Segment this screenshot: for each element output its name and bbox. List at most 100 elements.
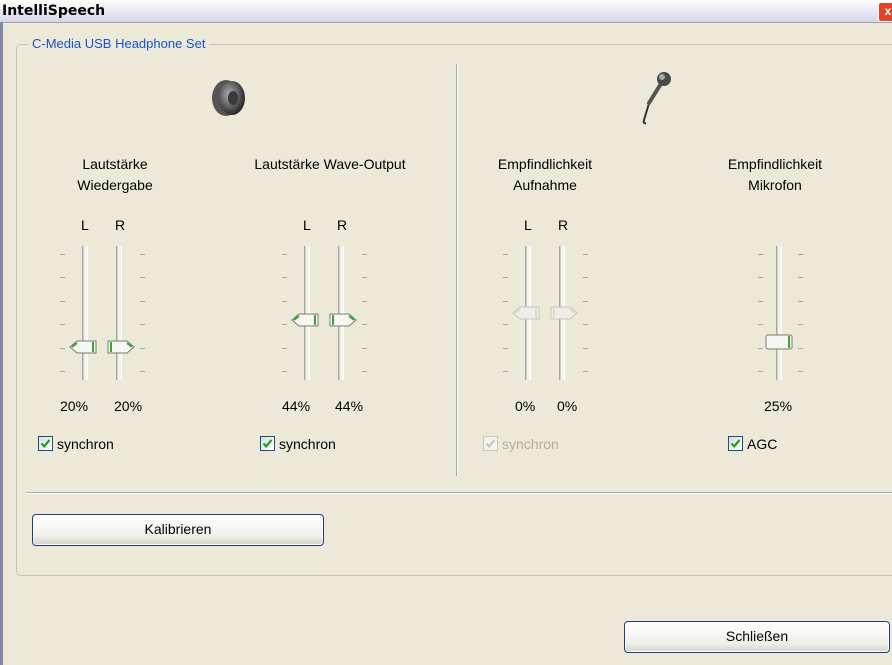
wiedergabe-right-slider-thumb[interactable] bbox=[107, 340, 135, 354]
wave-left-slider-thumb[interactable] bbox=[291, 313, 319, 327]
slider-tick-mark bbox=[798, 324, 803, 326]
wiedergabe-sync-label[interactable]: synchron bbox=[57, 436, 114, 452]
speaker-icon bbox=[212, 80, 245, 116]
wave-right-percent: 44% bbox=[335, 398, 364, 414]
slider-tick-mark bbox=[758, 371, 763, 372]
slider-tick-mark bbox=[503, 254, 508, 255]
slider-tick-mark bbox=[60, 324, 65, 326]
device-group-box bbox=[16, 44, 892, 576]
wave-right-slider-thumb[interactable] bbox=[329, 313, 357, 327]
mikrofon-slider-track[interactable] bbox=[776, 246, 782, 380]
slider-tick-mark bbox=[583, 347, 588, 349]
section-divider-vertical bbox=[456, 64, 457, 476]
slider-tick-mark bbox=[758, 254, 763, 255]
wiedergabe-sync-checkbox[interactable] bbox=[38, 436, 53, 451]
wiedergabe-left-channel-label: L bbox=[81, 217, 89, 233]
aufnahme-label-line2: Aufnahme bbox=[513, 177, 577, 193]
slider-tick-mark bbox=[282, 300, 287, 302]
slider-tick-mark bbox=[282, 347, 287, 349]
aufnahme-right-percent: 0% bbox=[557, 398, 578, 414]
wave-sync-label[interactable]: synchron bbox=[279, 436, 336, 452]
slider-tick-mark bbox=[60, 371, 65, 372]
slider-tick-mark bbox=[362, 254, 367, 255]
slider-tick-mark bbox=[140, 324, 145, 326]
wiedergabe-left-percent: 20% bbox=[60, 398, 89, 414]
mikrofon-label-line2: Mikrofon bbox=[748, 177, 802, 193]
aufnahme-left-percent: 0% bbox=[515, 398, 536, 414]
agc-label[interactable]: AGC bbox=[747, 436, 777, 452]
slider-tick-mark bbox=[60, 347, 65, 349]
device-group-title: C-Media USB Headphone Set bbox=[28, 36, 210, 51]
aufnahme-left-slider-thumb bbox=[512, 306, 540, 320]
wave-left-channel-label: L bbox=[303, 217, 311, 233]
wiedergabe-label: Lautstärke Wiedergabe bbox=[40, 154, 190, 196]
slider-tick-mark bbox=[503, 347, 508, 349]
close-button[interactable]: Schließen bbox=[624, 621, 890, 653]
wave-output-label-line1: Lautstärke Wave-Output bbox=[254, 156, 406, 172]
slider-tick-mark bbox=[362, 300, 367, 302]
checkmark-icon bbox=[730, 439, 741, 448]
aufnahme-label-line1: Empfindlichkeit bbox=[497, 156, 593, 172]
wave-right-channel-label: R bbox=[337, 217, 348, 233]
window-title: IntelliSpeech bbox=[2, 3, 106, 19]
wiedergabe-right-channel-label: R bbox=[115, 217, 126, 233]
section-divider-horizontal bbox=[26, 492, 892, 493]
slider-tick-mark bbox=[362, 371, 367, 372]
slider-tick-mark bbox=[362, 347, 367, 349]
slider-tick-mark bbox=[140, 277, 145, 279]
title-bar: IntelliSpeech x bbox=[0, 0, 892, 23]
mikrofon-slider-thumb[interactable] bbox=[765, 334, 793, 350]
slider-tick-mark bbox=[60, 277, 65, 279]
slider-tick-mark bbox=[282, 254, 287, 255]
close-window-button[interactable]: x bbox=[878, 2, 892, 22]
aufnahme-label: Empfindlichkeit Aufnahme bbox=[470, 154, 620, 196]
wave-left-percent: 44% bbox=[282, 398, 311, 414]
mikrofon-percent: 25% bbox=[764, 398, 793, 414]
slider-tick-mark bbox=[282, 277, 287, 279]
slider-tick-mark bbox=[758, 277, 763, 279]
slider-tick-mark bbox=[503, 371, 508, 372]
slider-tick-mark bbox=[60, 254, 65, 255]
slider-tick-mark bbox=[758, 324, 763, 326]
slider-tick-mark bbox=[798, 347, 803, 349]
slider-tick-mark bbox=[362, 324, 367, 326]
microphone-icon bbox=[642, 72, 671, 125]
slider-tick-mark bbox=[758, 300, 763, 302]
wave-output-label: Lautstärke Wave-Output bbox=[215, 154, 445, 175]
wave-sync-checkbox[interactable] bbox=[260, 436, 275, 451]
slider-tick-mark bbox=[140, 254, 145, 255]
aufnahme-right-channel-label: R bbox=[558, 217, 569, 233]
aufnahme-left-channel-label: L bbox=[524, 217, 532, 233]
slider-tick-mark bbox=[140, 371, 145, 372]
wiedergabe-label-line1: Lautstärke bbox=[82, 156, 148, 172]
slider-tick-mark bbox=[583, 300, 588, 302]
slider-tick-mark bbox=[583, 254, 588, 255]
calibrate-button[interactable]: Kalibrieren bbox=[32, 514, 324, 546]
aufnahme-sync-checkbox bbox=[483, 436, 498, 451]
wiedergabe-left-slider-track[interactable] bbox=[82, 246, 88, 380]
mikrofon-label-line1: Empfindlichkeit bbox=[727, 156, 823, 172]
checkmark-icon bbox=[40, 439, 51, 448]
slider-tick-mark bbox=[758, 347, 763, 349]
aufnahme-sync-label: synchron bbox=[502, 436, 559, 452]
agc-checkbox[interactable] bbox=[728, 436, 743, 451]
checkmark-icon bbox=[262, 439, 273, 448]
slider-tick-mark bbox=[583, 277, 588, 279]
slider-tick-mark bbox=[798, 254, 803, 255]
slider-tick-mark bbox=[282, 371, 287, 372]
slider-tick-mark bbox=[798, 300, 803, 302]
wiedergabe-left-slider-thumb[interactable] bbox=[69, 340, 97, 354]
checkmark-icon bbox=[485, 439, 496, 448]
slider-tick-mark bbox=[503, 324, 508, 326]
slider-tick-mark bbox=[140, 300, 145, 302]
slider-tick-mark bbox=[60, 300, 65, 302]
wiedergabe-right-slider-track[interactable] bbox=[116, 246, 122, 380]
slider-tick-mark bbox=[503, 300, 508, 302]
slider-tick-mark bbox=[503, 277, 508, 279]
slider-tick-mark bbox=[362, 277, 367, 279]
wiedergabe-right-percent: 20% bbox=[114, 398, 143, 414]
mikrofon-label: Empfindlichkeit Mikrofon bbox=[700, 154, 850, 196]
slider-tick-mark bbox=[583, 324, 588, 326]
slider-tick-mark bbox=[140, 347, 145, 349]
window-frame-edge bbox=[0, 22, 3, 665]
